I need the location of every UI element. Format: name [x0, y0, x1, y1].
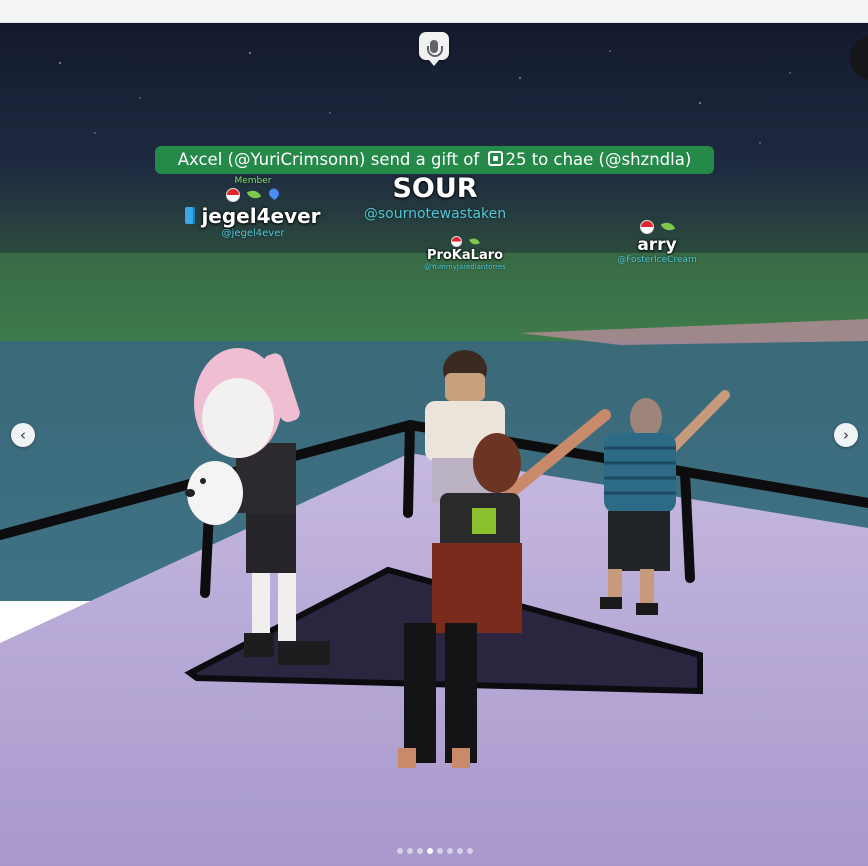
player-handle: @YummyJaredlantorres — [424, 263, 506, 271]
book-icon — [185, 207, 196, 224]
carousel-dot[interactable] — [417, 848, 423, 854]
player-name: jegel4ever — [178, 204, 328, 228]
player-tag-arry[interactable]: arry @FosterIceCream — [607, 220, 707, 265]
player-name: ProKaLaro — [426, 248, 504, 263]
gift-notification-banner: Axcel (@YuriCrimsonn) send a gift of 25 … — [155, 146, 714, 174]
player-name: arry — [637, 235, 677, 255]
player-tag-jegel4ever[interactable]: Member jegel4ever @jegel4ever — [178, 176, 328, 239]
player-handle: @sournotewastaken — [363, 206, 507, 222]
carousel-dot[interactable] — [447, 848, 453, 854]
leaf-icon — [660, 220, 676, 233]
next-image-button[interactable]: › — [834, 423, 858, 447]
badge-row — [178, 186, 328, 202]
top-toolbar-strip — [0, 0, 868, 23]
player-handle: @FosterIceCream — [617, 255, 697, 265]
heart-icon — [267, 186, 281, 201]
carousel-dot[interactable] — [427, 848, 433, 854]
gift-banner-prefix: Axcel (@YuriCrimsonn) send a gift of — [177, 150, 485, 169]
chevron-right-icon: › — [843, 425, 849, 444]
carousel-dot[interactable] — [407, 848, 413, 854]
player-name: SOUR — [392, 173, 478, 204]
leaf-icon — [246, 188, 262, 201]
chevron-left-icon: ‹ — [20, 425, 26, 444]
leaf-icon — [469, 236, 480, 247]
gift-banner-suffix: to chae (@shzndla) — [526, 150, 692, 169]
player-handle: @jegel4ever — [221, 228, 285, 239]
flag-icon — [640, 220, 654, 234]
member-label: Member — [234, 176, 272, 186]
previous-image-button[interactable]: ‹ — [11, 423, 35, 447]
carousel-dot[interactable] — [397, 848, 403, 854]
flag-icon — [451, 236, 462, 247]
player-tag-prokalaro[interactable]: ProKaLaro @YummyJaredlantorres — [415, 236, 515, 271]
carousel-dot[interactable] — [467, 848, 473, 854]
photo-viewer: Axcel (@YuriCrimsonn) send a gift of 25 … — [0, 0, 868, 866]
carousel-pagination — [397, 848, 473, 854]
player-tag-sour[interactable]: SOUR @sournotewastaken — [355, 172, 515, 222]
carousel-dot[interactable] — [437, 848, 443, 854]
badge-row — [415, 236, 515, 247]
gift-amount: 25 — [505, 150, 527, 169]
carousel-dot[interactable] — [457, 848, 463, 854]
robux-icon — [488, 151, 504, 166]
microphone-indicator — [419, 32, 449, 66]
microphone-icon — [427, 39, 443, 57]
badge-row — [607, 220, 707, 234]
flag-icon — [226, 188, 240, 202]
